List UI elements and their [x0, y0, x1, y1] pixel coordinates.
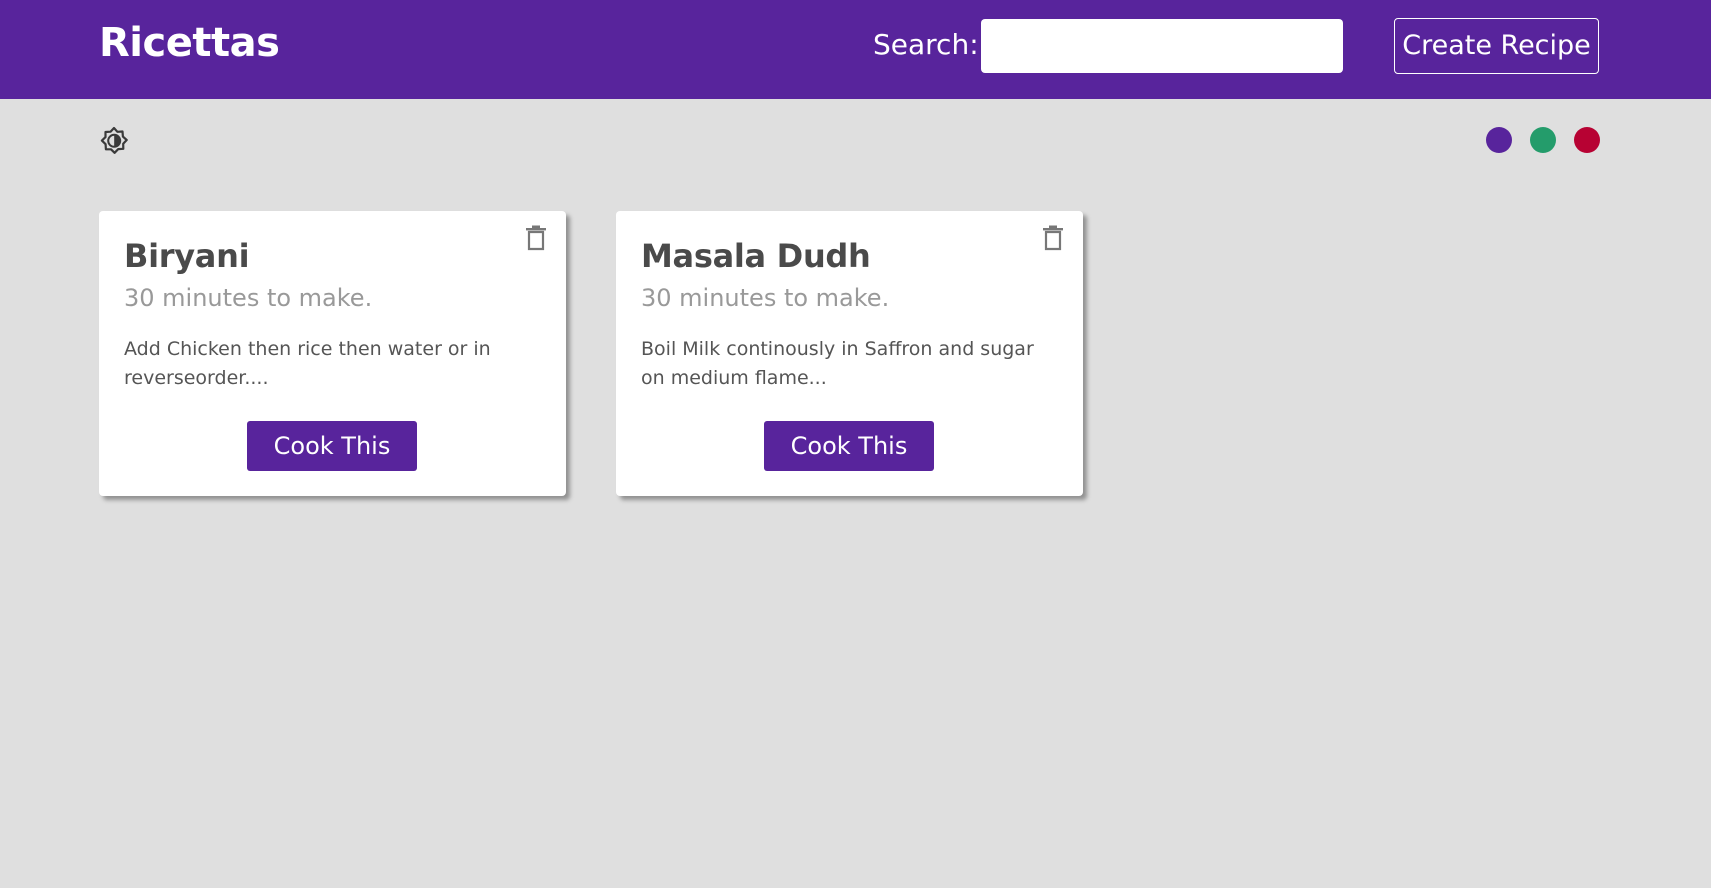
cook-this-button[interactable]: Cook This: [247, 421, 417, 471]
recipe-time: 30 minutes to make.: [641, 284, 890, 312]
recipe-title[interactable]: Masala Dudh: [641, 233, 1058, 279]
search-label: Search:: [873, 28, 979, 61]
search-input[interactable]: [981, 19, 1343, 73]
navbar: Ricettas Search: Create Recipe: [0, 0, 1711, 99]
theme-color-purple[interactable]: [1486, 127, 1512, 153]
create-recipe-button[interactable]: Create Recipe: [1394, 18, 1599, 74]
brightness-contrast-icon[interactable]: [99, 126, 129, 156]
cook-this-button[interactable]: Cook This: [764, 421, 934, 471]
recipe-card: Masala Dudh 30 minutes to make. Boil Mil…: [616, 211, 1083, 496]
theme-color-green[interactable]: [1530, 127, 1556, 153]
recipe-description: Add Chicken then rice then water or in r…: [124, 338, 491, 389]
recipe-title[interactable]: Biryani: [124, 233, 541, 279]
recipe-description: Boil Milk continously in Saffron and sug…: [641, 338, 1034, 389]
recipe-time: 30 minutes to make.: [124, 284, 373, 312]
theme-color-red[interactable]: [1574, 127, 1600, 153]
brand-logo[interactable]: Ricettas: [99, 20, 280, 66]
theme-color-picker: [1486, 127, 1600, 153]
trash-icon[interactable]: [524, 225, 548, 251]
recipe-card: Biryani 30 minutes to make. Add Chicken …: [99, 211, 566, 496]
trash-icon[interactable]: [1041, 225, 1065, 251]
